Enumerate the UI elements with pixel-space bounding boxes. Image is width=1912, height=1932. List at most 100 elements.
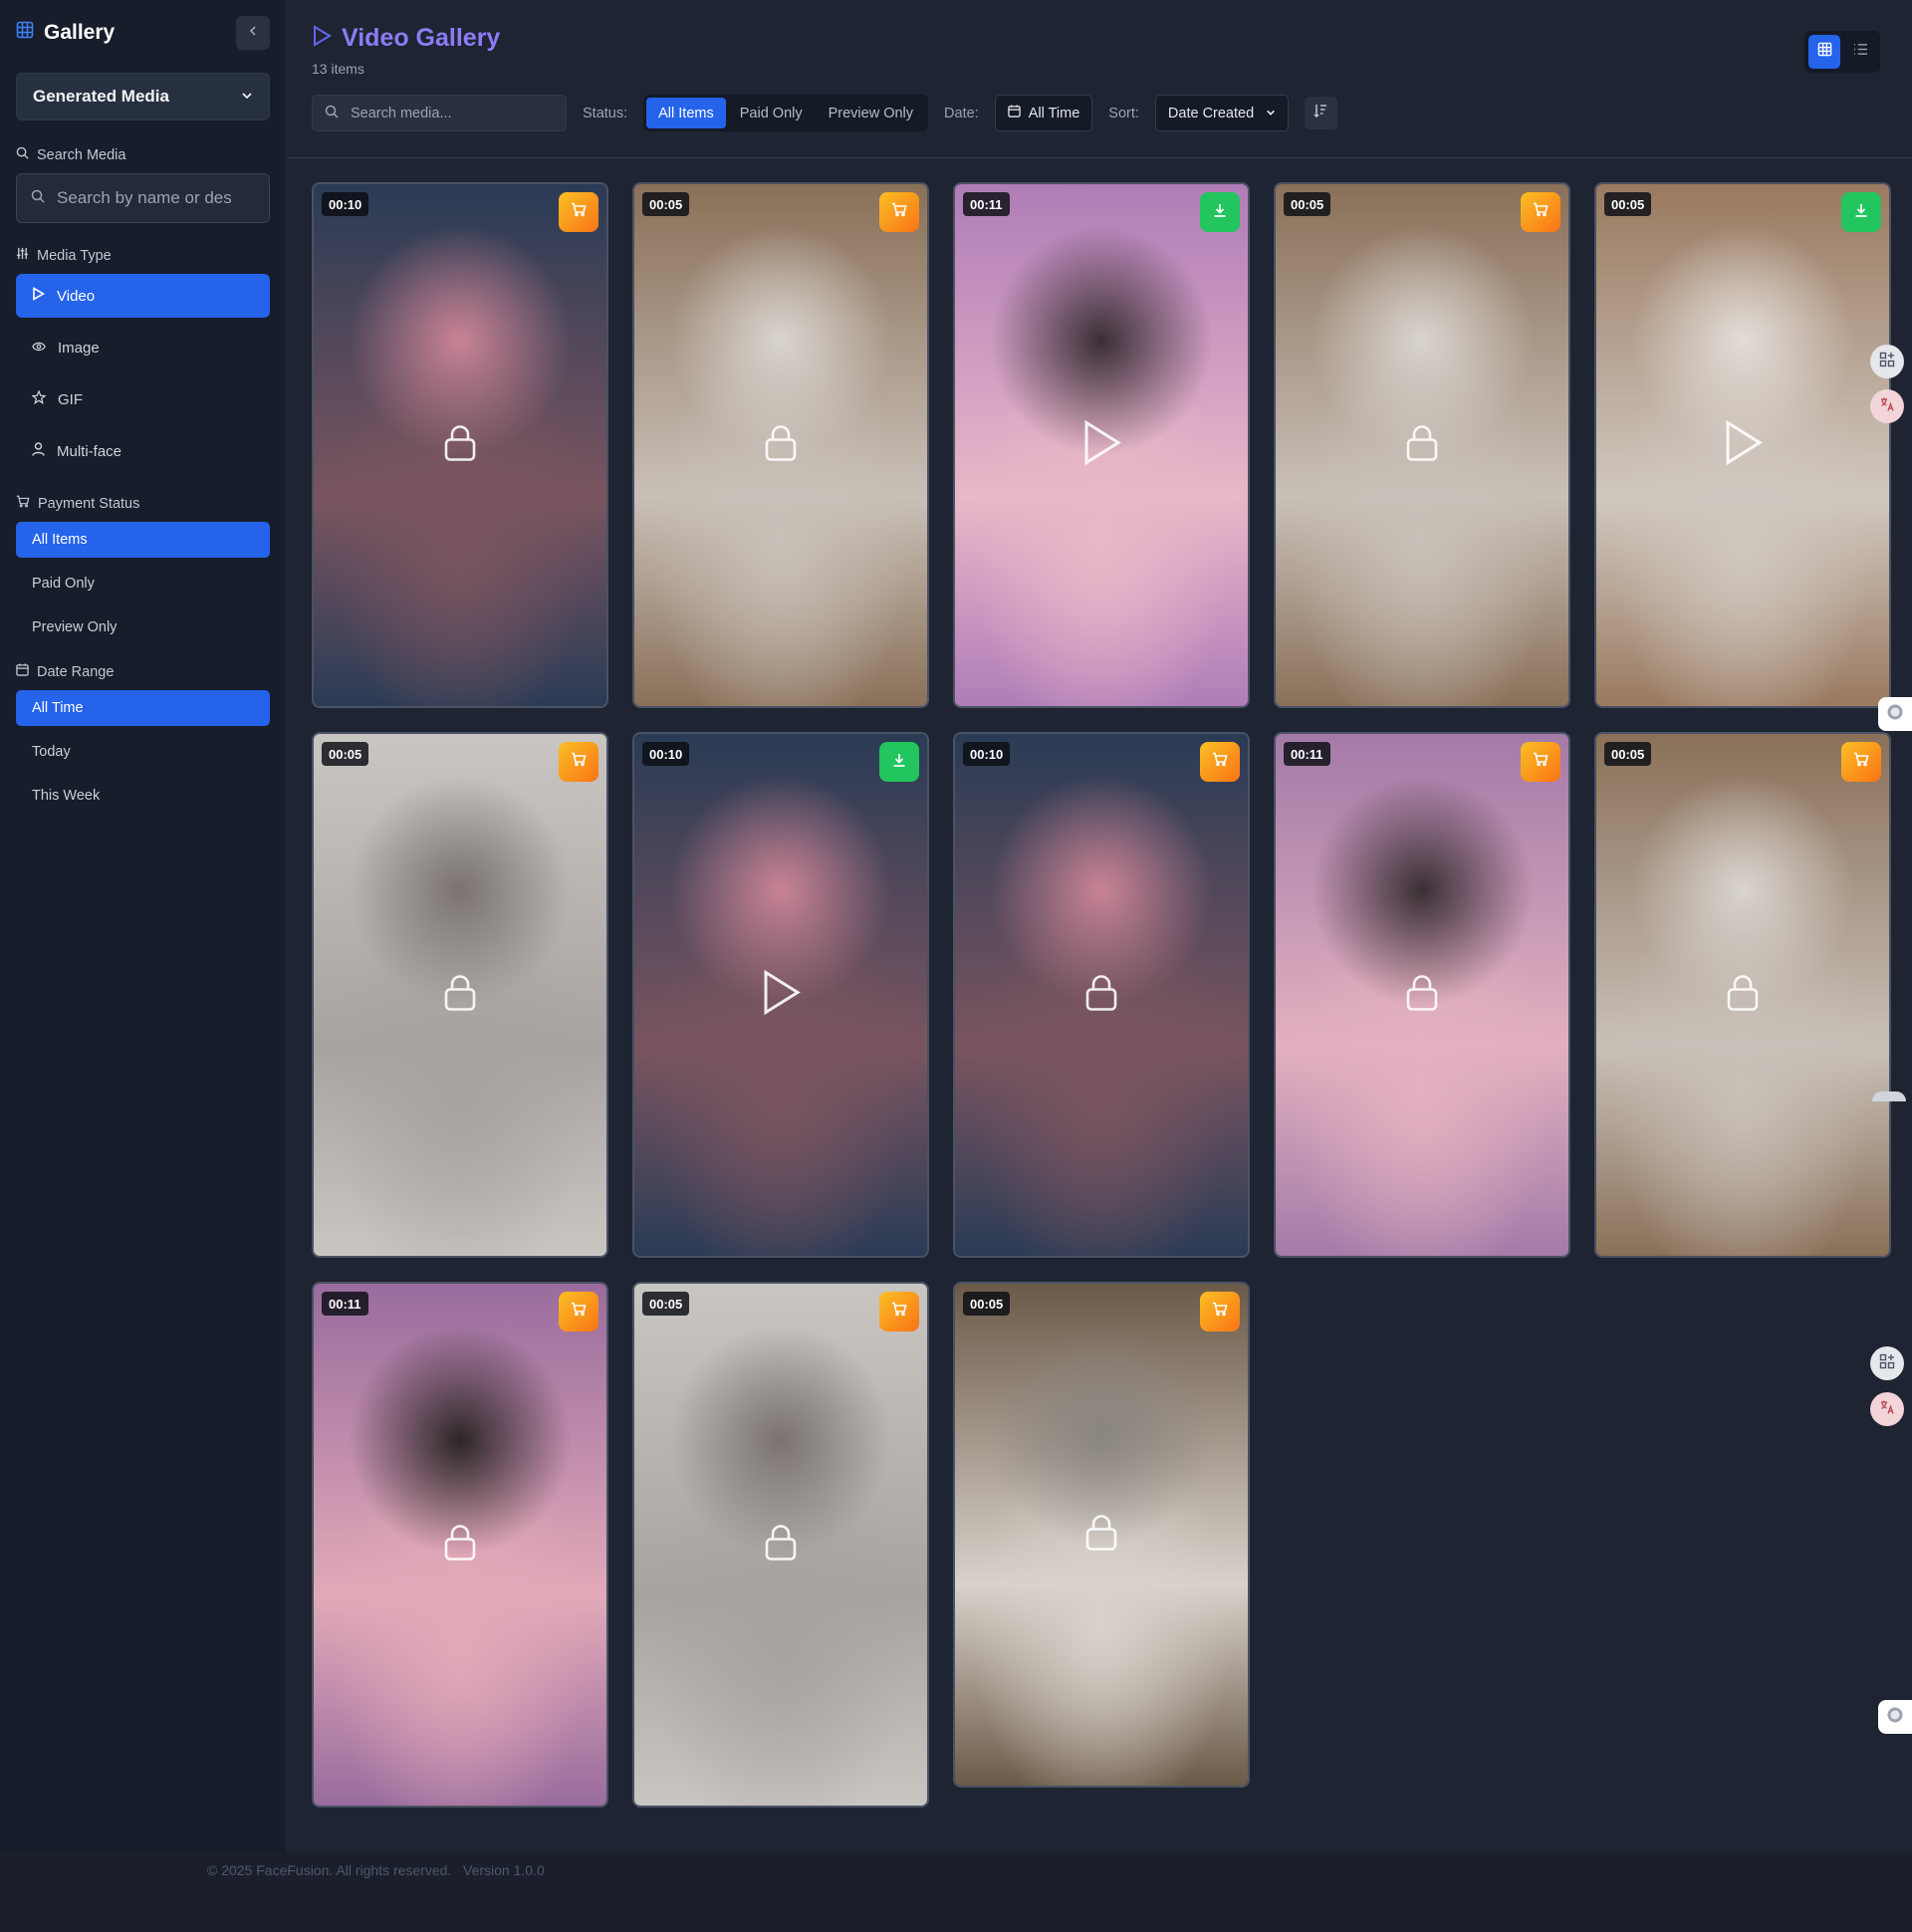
- floating-translate-button[interactable]: [1870, 389, 1904, 423]
- floating-side-tab[interactable]: [1878, 697, 1912, 731]
- media-search-placeholder: Search media...: [351, 105, 452, 121]
- date-all-time[interactable]: All Time: [16, 690, 270, 726]
- lock-icon: [764, 1524, 798, 1567]
- grid-plus-icon: [1879, 1353, 1895, 1374]
- title-row: Video Gallery: [312, 0, 1888, 53]
- media-card[interactable]: 00:10: [312, 182, 608, 708]
- purchase-button[interactable]: [559, 1292, 598, 1331]
- purchase-button[interactable]: [1841, 742, 1881, 782]
- cart-icon: [571, 202, 587, 222]
- media-card[interactable]: 00:05: [1594, 182, 1891, 708]
- media-type-gif[interactable]: GIF: [16, 377, 270, 421]
- purchase-button[interactable]: [1200, 742, 1240, 782]
- purchase-button[interactable]: [559, 192, 598, 232]
- search-icon: [31, 188, 45, 208]
- media-type-section-label: Media Type: [37, 247, 112, 264]
- media-card[interactable]: 00:05: [953, 1282, 1250, 1788]
- status-all-items[interactable]: All Items: [646, 98, 726, 128]
- media-card[interactable]: 00:11: [1274, 732, 1570, 1258]
- download-button[interactable]: [879, 742, 919, 782]
- sliders-icon: [16, 247, 29, 264]
- sort-descending-icon: [1314, 104, 1327, 122]
- download-button[interactable]: [1841, 192, 1881, 232]
- floating-side-tab[interactable]: [1878, 1700, 1912, 1734]
- media-type-image[interactable]: Image: [16, 326, 270, 369]
- status-preview-only[interactable]: Preview Only: [817, 98, 925, 128]
- sort-select[interactable]: Date Created: [1154, 95, 1289, 131]
- payment-paid-only[interactable]: Paid Only: [16, 566, 270, 602]
- purchase-button[interactable]: [1200, 1292, 1240, 1331]
- media-type-multi-face[interactable]: Multi-face: [16, 429, 270, 473]
- media-card[interactable]: 00:10: [953, 732, 1250, 1258]
- purchase-button[interactable]: [1521, 192, 1560, 232]
- purchase-button[interactable]: [559, 742, 598, 782]
- media-card[interactable]: 00:05: [632, 1282, 929, 1808]
- media-type-video[interactable]: Video: [16, 274, 270, 318]
- media-card[interactable]: 00:05: [1594, 732, 1891, 1258]
- date-today[interactable]: Today: [16, 734, 270, 770]
- cart-icon: [1212, 752, 1228, 772]
- media-card[interactable]: 00:05: [312, 732, 608, 1258]
- download-icon: [1212, 202, 1228, 223]
- payment-preview-only[interactable]: Preview Only: [16, 609, 270, 645]
- grid-view-button[interactable]: [1808, 35, 1840, 69]
- record-icon: [1886, 703, 1904, 726]
- grid-icon: [1817, 42, 1832, 62]
- cart-icon: [571, 1302, 587, 1322]
- duration-badge: 00:05: [1604, 742, 1652, 766]
- date-filter-button[interactable]: All Time: [994, 95, 1093, 131]
- play-icon[interactable]: [1723, 419, 1763, 471]
- date-list: All Time Today This Week: [16, 690, 270, 814]
- item-count: 13 items: [312, 61, 364, 77]
- sidebar: Gallery Generated Media Search Media Sea…: [0, 0, 287, 1852]
- media-source-select[interactable]: Generated Media: [16, 73, 270, 121]
- status-label: Status:: [583, 105, 628, 121]
- duration-badge: 00:11: [963, 192, 1010, 216]
- floating-add-widget-button[interactable]: [1870, 1346, 1904, 1380]
- record-icon: [1886, 1706, 1904, 1729]
- duration-badge: 00:11: [322, 1292, 368, 1316]
- purchase-button[interactable]: [1521, 742, 1560, 782]
- sort-direction-button[interactable]: [1304, 97, 1337, 129]
- media-card[interactable]: 00:10: [632, 732, 929, 1258]
- floating-half-circle[interactable]: [1872, 1091, 1906, 1101]
- cart-icon: [16, 495, 30, 512]
- purchase-button[interactable]: [879, 192, 919, 232]
- floating-add-widget-button[interactable]: [1870, 345, 1904, 378]
- play-icon[interactable]: [1081, 419, 1121, 471]
- cart-icon: [1212, 1302, 1228, 1322]
- grid-icon: [16, 21, 34, 45]
- footer-text: © 2025 FaceFusion. All rights reserved. …: [207, 1862, 545, 1878]
- media-search-input[interactable]: Search media...: [312, 95, 567, 131]
- lock-icon: [1405, 424, 1439, 467]
- media-card[interactable]: 00:05: [1274, 182, 1570, 708]
- payment-all-items[interactable]: All Items: [16, 522, 270, 558]
- cart-icon: [1853, 752, 1869, 772]
- status-segmented-control: All Items Paid Only Preview Only: [643, 95, 929, 131]
- collapse-sidebar-button[interactable]: [236, 16, 270, 50]
- media-card[interactable]: 00:05: [632, 182, 929, 708]
- calendar-icon: [1007, 105, 1021, 121]
- view-toggle: [1804, 31, 1880, 73]
- media-card[interactable]: 00:11: [953, 182, 1250, 708]
- star-icon: [31, 389, 47, 408]
- download-button[interactable]: [1200, 192, 1240, 232]
- purchase-button[interactable]: [879, 1292, 919, 1331]
- list-view-button[interactable]: [1844, 35, 1876, 69]
- sidebar-search-input[interactable]: Search by name or des: [16, 173, 270, 223]
- duration-badge: 00:05: [642, 192, 690, 216]
- brand-name: Gallery: [44, 21, 116, 44]
- play-icon[interactable]: [761, 969, 801, 1021]
- date-label: Date:: [944, 105, 979, 121]
- status-paid-only[interactable]: Paid Only: [728, 98, 815, 128]
- date-section-label: Date Range: [37, 663, 115, 680]
- sidebar-search-placeholder: Search by name or des: [57, 188, 232, 207]
- payment-list: All Items Paid Only Preview Only: [16, 522, 270, 645]
- payment-section-title: Payment Status: [16, 495, 270, 512]
- date-section-title: Date Range: [16, 663, 270, 680]
- footer-version: Version 1.0.0: [463, 1862, 545, 1878]
- date-this-week[interactable]: This Week: [16, 778, 270, 814]
- floating-translate-button[interactable]: [1870, 1392, 1904, 1426]
- user-icon: [32, 442, 45, 460]
- media-card[interactable]: 00:11: [312, 1282, 608, 1808]
